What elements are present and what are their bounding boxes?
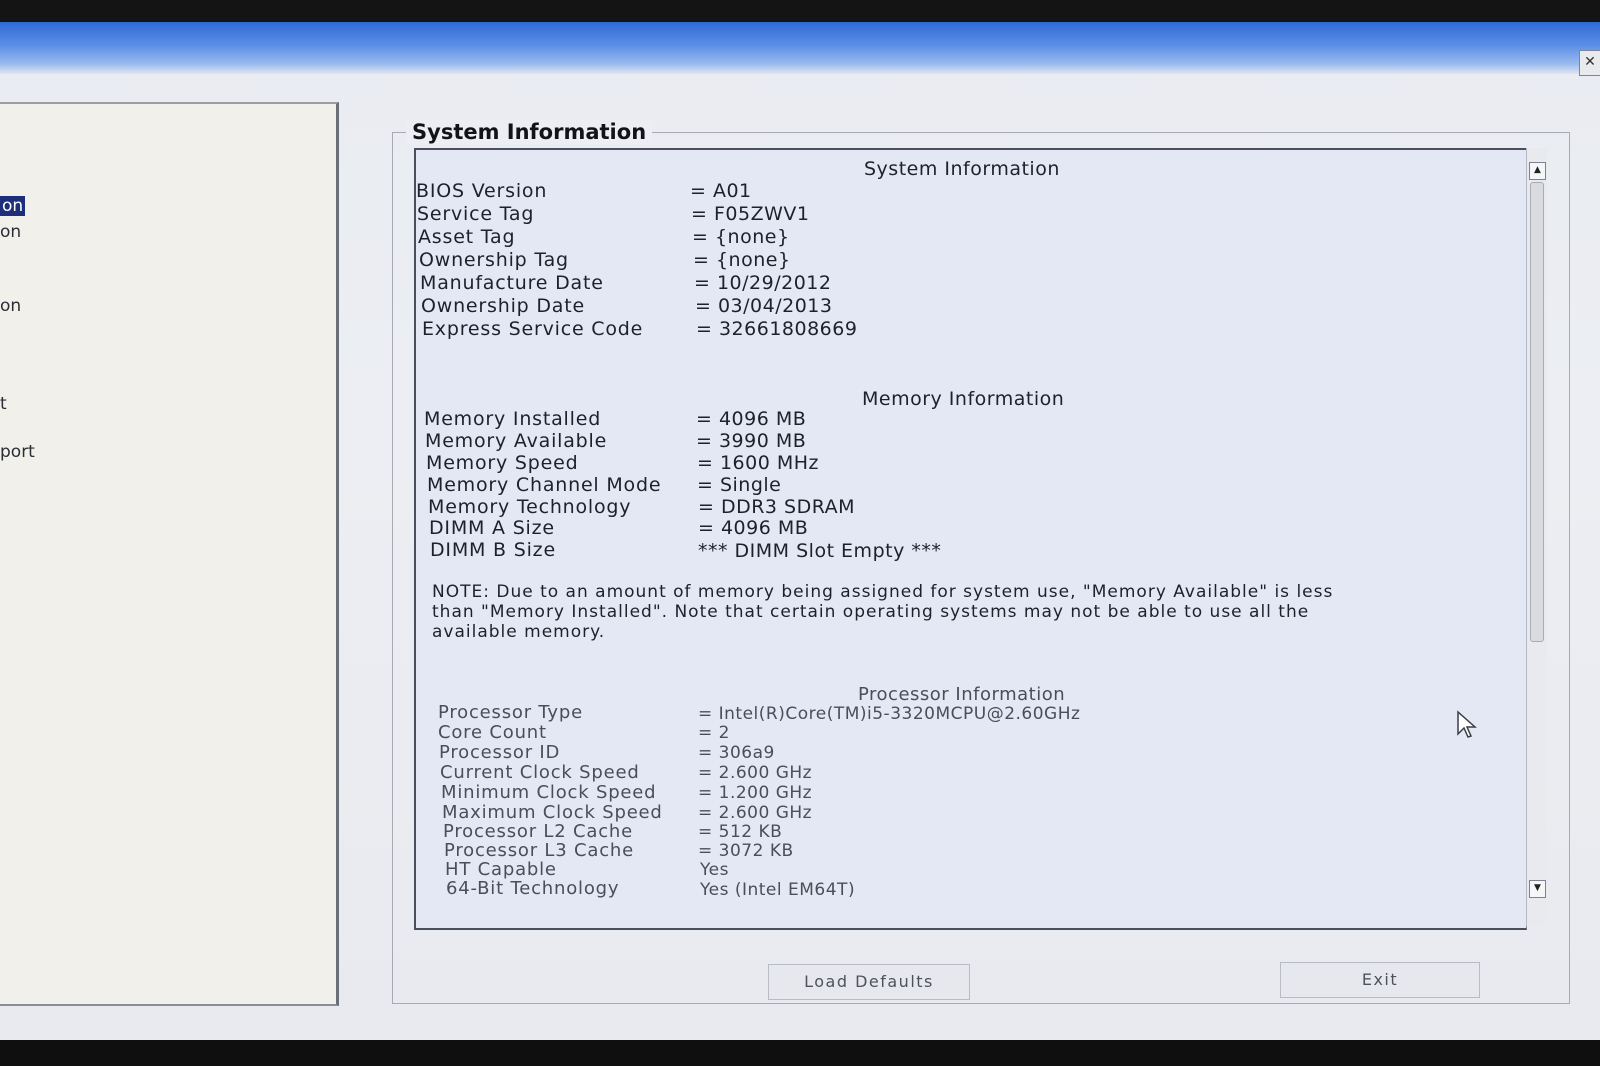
label-memory-speed: Memory Speed <box>426 452 579 474</box>
label-memory-channel-mode: Memory Channel Mode <box>427 474 662 496</box>
value-dimm-b-size: *** DIMM Slot Empty *** <box>698 540 942 562</box>
info-list-box[interactable]: System Information BIOS Version = A01 Se… <box>414 148 1527 930</box>
value-ownership-tag: = {none} <box>693 249 791 271</box>
nav-item[interactable]: t <box>0 394 7 414</box>
group-title: System Information <box>406 120 653 144</box>
value-current-clock-speed: = 2.600 GHz <box>698 763 813 783</box>
value-express-service-code: = 32661808669 <box>696 318 858 340</box>
label-bios-version: BIOS Version <box>416 180 548 202</box>
label-minimum-clock-speed: Minimum Clock Speed <box>441 782 657 803</box>
value-maximum-clock-speed: = 2.600 GHz <box>698 803 813 823</box>
window-titlebar: ✕ <box>0 22 1600 76</box>
exit-button[interactable]: Exit <box>1280 962 1480 998</box>
value-memory-technology: = DDR3 SDRAM <box>698 496 856 518</box>
value-processor-l2-cache: = 512 KB <box>698 822 783 842</box>
value-dimm-a-size: = 4096 MB <box>698 517 809 539</box>
value-ht-capable: Yes <box>700 860 729 880</box>
value-memory-installed: = 4096 MB <box>696 408 807 430</box>
label-ownership-date: Ownership Date <box>421 295 585 317</box>
memory-note-line-3: available memory. <box>432 622 606 642</box>
value-memory-speed: = 1600 MHz <box>697 452 820 474</box>
scroll-thumb[interactable] <box>1530 182 1544 642</box>
mouse-cursor-icon <box>1457 710 1477 738</box>
label-memory-available: Memory Available <box>425 430 608 452</box>
label-64-bit-technology: 64-Bit Technology <box>446 878 620 899</box>
value-bios-version: = A01 <box>690 180 752 202</box>
scroll-down-arrow-icon[interactable]: ▼ <box>1529 880 1546 898</box>
label-current-clock-speed: Current Clock Speed <box>440 762 640 783</box>
nav-item[interactable]: on <box>0 296 21 316</box>
memory-note: NOTE: Due to an amount of memory being a… <box>432 582 1452 642</box>
processor-section-title: Processor Information <box>858 684 1066 705</box>
system-information-group: System Information System Information BI… <box>392 120 1572 1010</box>
system-section-title: System Information <box>864 158 1060 180</box>
nav-item[interactable]: on <box>0 222 21 242</box>
value-processor-type: = Intel(R)Core(TM)i5-3320MCPU@2.60GHz <box>698 704 1081 724</box>
value-64-bit-technology: Yes (Intel EM64T) <box>700 880 856 900</box>
value-core-count: = 2 <box>698 723 730 743</box>
label-ownership-tag: Ownership Tag <box>419 249 569 271</box>
label-dimm-a-size: DIMM A Size <box>429 517 555 539</box>
label-dimm-b-size: DIMM B Size <box>430 539 556 561</box>
bios-screen: ✕ on on on t port System Information Sys… <box>0 22 1600 1052</box>
monitor-bezel <box>0 1040 1600 1066</box>
load-defaults-button[interactable]: Load Defaults <box>768 964 970 1000</box>
value-asset-tag: = {none} <box>692 226 790 248</box>
settings-tree: on on on t port <box>0 102 339 1006</box>
label-core-count: Core Count <box>438 722 547 743</box>
label-processor-type: Processor Type <box>438 702 583 723</box>
value-memory-available: = 3990 MB <box>696 430 807 452</box>
label-express-service-code: Express Service Code <box>422 318 644 340</box>
nav-item-selected[interactable]: on <box>0 196 26 216</box>
memory-section-title: Memory Information <box>862 388 1065 410</box>
memory-note-line-2: than "Memory Installed". Note that certa… <box>432 602 1310 622</box>
label-processor-l2-cache: Processor L2 Cache <box>443 821 633 842</box>
label-processor-id: Processor ID <box>439 742 561 763</box>
info-scrollbar[interactable]: ▲ ▼ <box>1526 148 1547 926</box>
nav-item[interactable]: port <box>0 442 35 462</box>
label-maximum-clock-speed: Maximum Clock Speed <box>442 802 663 823</box>
scroll-up-arrow-icon[interactable]: ▲ <box>1529 162 1546 180</box>
value-minimum-clock-speed: = 1.200 GHz <box>698 783 813 803</box>
label-asset-tag: Asset Tag <box>418 226 516 248</box>
label-processor-l3-cache: Processor L3 Cache <box>444 840 634 861</box>
label-manufacture-date: Manufacture Date <box>420 272 604 294</box>
value-processor-l3-cache: = 3072 KB <box>698 841 794 861</box>
value-service-tag: = F05ZWV1 <box>691 203 810 225</box>
value-manufacture-date: = 10/29/2012 <box>694 272 832 294</box>
label-memory-installed: Memory Installed <box>424 408 602 430</box>
label-service-tag: Service Tag <box>417 203 535 225</box>
label-ht-capable: HT Capable <box>445 859 557 880</box>
close-icon[interactable]: ✕ <box>1579 50 1600 76</box>
value-ownership-date: = 03/04/2013 <box>695 295 833 317</box>
value-processor-id: = 306a9 <box>698 743 775 763</box>
label-memory-technology: Memory Technology <box>428 496 632 518</box>
memory-note-line-1: NOTE: Due to an amount of memory being a… <box>432 582 1334 602</box>
value-memory-channel-mode: = Single <box>697 474 782 496</box>
